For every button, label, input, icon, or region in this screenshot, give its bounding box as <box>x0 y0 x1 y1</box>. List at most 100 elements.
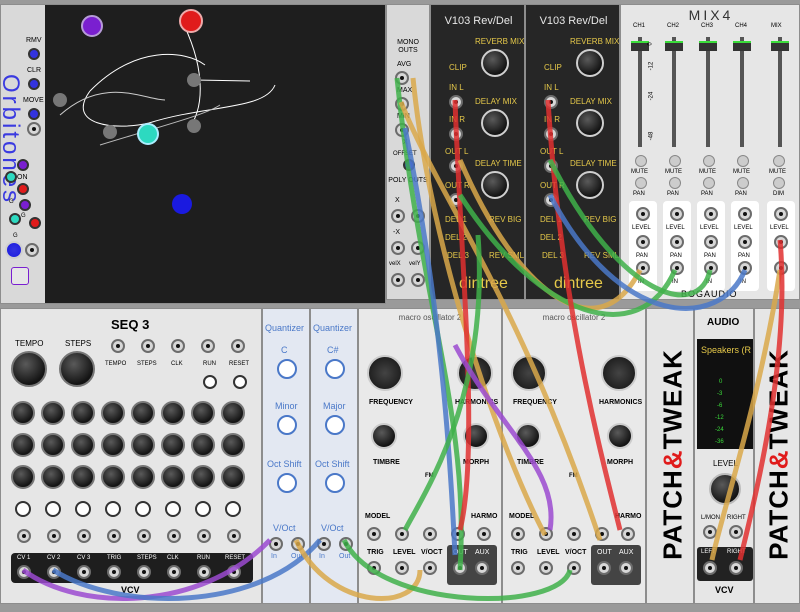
gate-button-step2[interactable] <box>45 501 61 517</box>
frequency-knob[interactable] <box>367 355 403 391</box>
level-input-jack[interactable] <box>539 561 553 575</box>
aux-jack[interactable] <box>475 561 489 575</box>
level-knob[interactable] <box>709 473 741 505</box>
morph-knob[interactable] <box>607 423 633 449</box>
move-button[interactable] <box>28 108 40 120</box>
poly-neg-x-jack[interactable] <box>391 241 405 255</box>
gate-6-jack[interactable] <box>167 529 181 543</box>
in-l-jack[interactable] <box>449 95 463 109</box>
gate-1-jack[interactable] <box>17 529 31 543</box>
cv3-output-jack[interactable] <box>77 565 91 579</box>
trig-input-jack[interactable] <box>367 561 381 575</box>
voct-input-jack[interactable] <box>317 537 331 551</box>
reset-cv-jack[interactable] <box>231 339 245 353</box>
trig-input-jack[interactable] <box>511 561 525 575</box>
voct-output-jack[interactable] <box>291 537 305 551</box>
gate-8-jack[interactable] <box>227 529 241 543</box>
max-output-jack[interactable] <box>395 97 409 111</box>
tempo-cv-jack[interactable] <box>111 339 125 353</box>
scale-knob[interactable] <box>277 415 297 435</box>
ch3-pan-knob[interactable] <box>703 177 715 189</box>
purple-gate-button[interactable] <box>19 199 31 211</box>
morph-cv-jack[interactable] <box>595 527 609 541</box>
step-knob-row1-step8[interactable] <box>221 401 245 425</box>
step-knob-row2-step7[interactable] <box>191 433 215 457</box>
ch2-input-jack[interactable] <box>670 261 684 275</box>
step-knob-row2-step8[interactable] <box>221 433 245 457</box>
ch3-level-cv-jack[interactable] <box>704 207 718 221</box>
orbit-planet-blue[interactable] <box>172 194 192 214</box>
clk-cv-jack[interactable] <box>171 339 185 353</box>
fm-cv-jack[interactable] <box>567 527 581 541</box>
gate-button-step5[interactable] <box>135 501 151 517</box>
orbit-planet-purple[interactable] <box>81 15 103 37</box>
red-gate-button[interactable] <box>29 217 41 229</box>
ch2-fader[interactable] <box>665 41 683 51</box>
voct-input-jack[interactable] <box>269 537 283 551</box>
step-knob-row3-step5[interactable] <box>131 465 155 489</box>
ch3-input-jack[interactable] <box>704 261 718 275</box>
purple-button[interactable] <box>17 159 29 171</box>
step-knob-row1-step5[interactable] <box>131 401 155 425</box>
orbit-node-2[interactable] <box>103 125 117 139</box>
mix-left-output-jack[interactable] <box>774 235 788 249</box>
step-knob-row2-step3[interactable] <box>71 433 95 457</box>
velx-jack[interactable] <box>391 273 405 287</box>
timbre-cv-jack[interactable] <box>395 527 409 541</box>
steps-output-jack[interactable] <box>137 565 151 579</box>
model-cv-jack[interactable] <box>367 527 381 541</box>
timbre-knob[interactable] <box>515 423 541 449</box>
offset-button[interactable] <box>403 159 415 171</box>
out-jack[interactable] <box>453 561 467 575</box>
mix-level-cv-jack[interactable] <box>774 207 788 221</box>
step-knob-row3-step7[interactable] <box>191 465 215 489</box>
device-name[interactable]: Speakers (R <box>701 345 751 355</box>
avg-output-jack[interactable] <box>395 71 409 85</box>
right-out-jack[interactable] <box>729 561 743 575</box>
ch2-pan-knob[interactable] <box>669 177 681 189</box>
ch1-level-cv-jack[interactable] <box>636 207 650 221</box>
teal-button[interactable] <box>5 171 17 183</box>
gate-button-step8[interactable] <box>225 501 241 517</box>
level-input-jack[interactable] <box>395 561 409 575</box>
reverb-mix-knob[interactable] <box>576 49 604 77</box>
step-knob-row2-step2[interactable] <box>41 433 65 457</box>
orbit-planet-teal[interactable] <box>137 123 159 145</box>
ch4-mute-button[interactable] <box>737 155 749 167</box>
vely-jack[interactable] <box>411 273 425 287</box>
step-knob-row2-step5[interactable] <box>131 433 155 457</box>
ch4-pan-cv-jack[interactable] <box>738 235 752 249</box>
step-knob-row1-step1[interactable] <box>11 401 35 425</box>
ch3-fader[interactable] <box>699 41 717 51</box>
out-l-jack[interactable] <box>544 159 558 173</box>
gate-7-jack[interactable] <box>197 529 211 543</box>
ch1-pan-knob[interactable] <box>635 177 647 189</box>
run-output-jack[interactable] <box>197 565 211 579</box>
right-in-jack[interactable] <box>729 525 743 539</box>
step-knob-row2-step6[interactable] <box>161 433 185 457</box>
orbit-node-1[interactable] <box>53 93 67 107</box>
step-knob-row1-step3[interactable] <box>71 401 95 425</box>
gate-3-jack[interactable] <box>77 529 91 543</box>
gate-button-step4[interactable] <box>105 501 121 517</box>
steps-knob[interactable] <box>59 351 95 387</box>
step-knob-row2-step4[interactable] <box>101 433 125 457</box>
voct-input-jack[interactable] <box>567 561 581 575</box>
mix-right-output-jack[interactable] <box>774 261 788 275</box>
morph-knob[interactable] <box>463 423 489 449</box>
voct-input-jack[interactable] <box>423 561 437 575</box>
clr-button[interactable] <box>28 78 40 90</box>
harmo-cv-jack[interactable] <box>477 527 491 541</box>
in-l-jack[interactable] <box>544 95 558 109</box>
gate-5-jack[interactable] <box>137 529 151 543</box>
fm-cv-jack[interactable] <box>423 527 437 541</box>
reset-output-jack[interactable] <box>227 565 241 579</box>
ch2-pan-cv-jack[interactable] <box>670 235 684 249</box>
orbit-node-3[interactable] <box>187 119 201 133</box>
rmv-button[interactable] <box>28 48 40 60</box>
reverb-mix-knob[interactable] <box>481 49 509 77</box>
orbit-node-4[interactable] <box>187 73 201 87</box>
step-knob-row2-step1[interactable] <box>11 433 35 457</box>
min-output-jack[interactable] <box>395 123 409 137</box>
gate-button-step3[interactable] <box>75 501 91 517</box>
